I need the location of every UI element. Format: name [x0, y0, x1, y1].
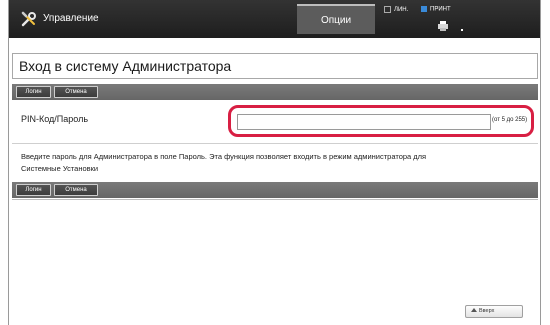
app-title: Управление [43, 13, 99, 24]
options-tab-label: Опции [320, 14, 352, 26]
pin-length-hint: (от 5 до 255) [492, 117, 528, 123]
bottom-rule [12, 199, 538, 200]
status-dot [461, 29, 463, 31]
login-button-bottom[interactable]: Логин [16, 184, 51, 196]
printer-icon[interactable] [437, 19, 449, 37]
info-text: Введите пароль для Администратора в поле… [21, 151, 531, 175]
top-bar: Управление Опции ЛИН. ПРИНТ [9, 0, 540, 38]
line-status-label: ЛИН. [394, 7, 409, 14]
info-text-line-2: Системные Установки [21, 164, 99, 173]
arrow-up-icon [471, 308, 477, 313]
login-button[interactable]: Логин [16, 86, 51, 98]
pin-label: PIN-Код/Пароль [21, 114, 89, 124]
back-to-top-label: Вверх [479, 308, 495, 314]
cancel-button[interactable]: Отмена [54, 86, 98, 98]
wrench-screwdriver-icon [21, 11, 37, 27]
print-status-box [421, 6, 427, 12]
button-bar-top: Логин Отмена [12, 84, 538, 100]
page-title: Вход в систему Администратора [12, 53, 538, 79]
back-to-top-button[interactable]: Вверх [465, 305, 523, 318]
cancel-button-bottom[interactable]: Отмена [54, 184, 98, 196]
info-text-line-1: Введите пароль для Администратора в поле… [21, 152, 427, 161]
pin-password-input[interactable] [237, 114, 491, 130]
button-bar-bottom: Логин Отмена [12, 182, 538, 198]
divider [12, 143, 538, 144]
admin-login-window: Управление Опции ЛИН. ПРИНТ Вход в систе… [8, 0, 541, 325]
print-status-indicator: ПРИНТ [421, 6, 451, 13]
print-status-label: ПРИНТ [430, 6, 451, 13]
options-tab[interactable]: Опции [297, 4, 375, 34]
line-status-indicator: ЛИН. [384, 6, 408, 13]
line-status-box [384, 6, 391, 13]
